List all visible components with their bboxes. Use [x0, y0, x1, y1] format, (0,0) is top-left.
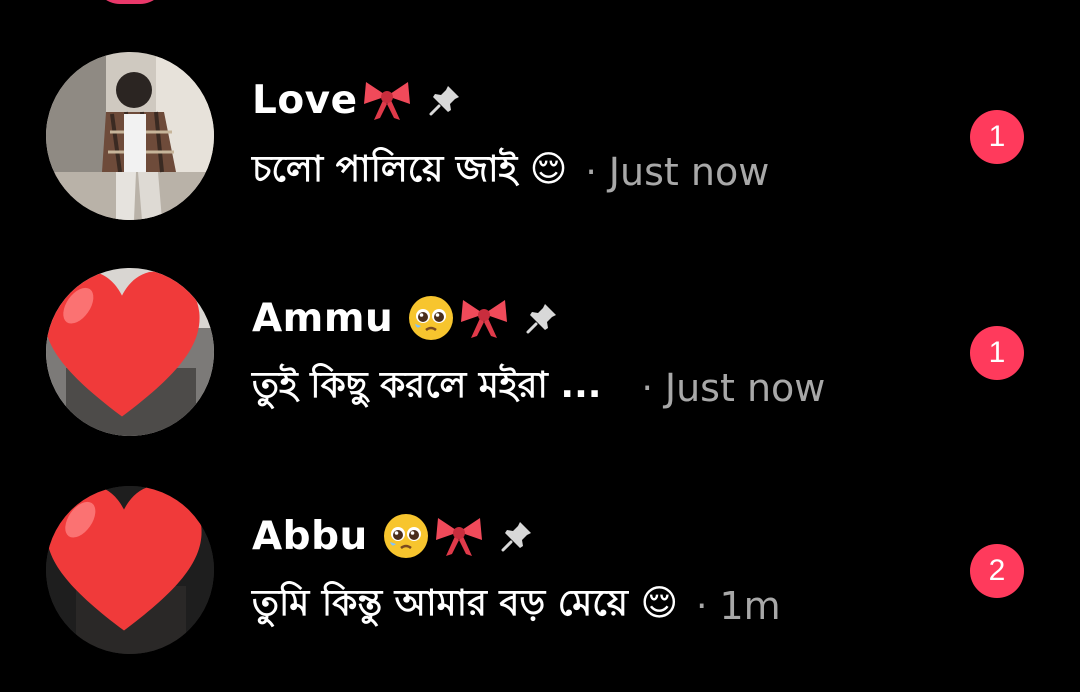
message-preview-line: তুই কিছু করলে মইরা ... · Just now	[252, 360, 825, 416]
pleading-face-icon	[407, 294, 455, 342]
message-preview: চলো পালিয়ে জাই 😌	[252, 149, 568, 190]
ribbon-icon	[459, 296, 509, 340]
heart-icon	[46, 271, 200, 417]
contact-name: Ammu	[252, 295, 394, 341]
message-preview-line: চলো পালিয়ে জাই 😌 · Just now	[252, 144, 769, 200]
contact-name: Abbu	[252, 513, 368, 559]
pin-icon	[525, 301, 559, 335]
chat-row-abbu[interactable]: Abbu তুমি কিন্তু আমার বড় মেয়ে 😌 · 1m 2	[0, 476, 1080, 656]
chat-row-love[interactable]: Love চলো পালিয়ে জাই 😌 · Just now 1	[0, 42, 1080, 222]
ribbon-icon	[434, 514, 484, 558]
message-preview-line: তুমি কিন্তু আমার বড় মেয়ে 😌 · 1m	[252, 578, 781, 634]
pin-icon	[428, 83, 462, 117]
heart-icon	[46, 486, 202, 631]
pleading-face-icon	[382, 512, 430, 560]
contact-name-line: Ammu	[252, 290, 559, 346]
avatar[interactable]	[46, 52, 214, 220]
timestamp: 1m	[719, 584, 781, 628]
unread-badge: 1	[970, 326, 1024, 380]
contact-name-line: Love	[252, 72, 462, 128]
message-preview: তুমি কিন্তু আমার বড় মেয়ে 😌	[252, 583, 679, 624]
separator-dot: ·	[585, 151, 597, 193]
timestamp: Just now	[608, 150, 770, 194]
ribbon-icon	[362, 78, 412, 122]
separator-dot: ·	[696, 585, 708, 627]
unread-badge: 1	[970, 110, 1024, 164]
unread-badge: 2	[970, 544, 1024, 598]
avatar[interactable]	[46, 268, 214, 436]
profile-photo	[46, 52, 214, 220]
chat-row-ammu[interactable]: Ammu তুই কিছু করলে মইরা ... · Just now 1	[0, 258, 1080, 438]
contact-name: Love	[252, 77, 358, 123]
separator-dot: ·	[641, 367, 653, 409]
contact-name-line: Abbu	[252, 508, 534, 564]
avatar[interactable]	[46, 486, 214, 654]
pin-icon	[500, 519, 534, 553]
previous-item-edge	[94, 0, 166, 4]
timestamp: Just now	[664, 366, 826, 410]
message-preview: তুই কিছু করলে মইরা ...	[252, 365, 602, 406]
